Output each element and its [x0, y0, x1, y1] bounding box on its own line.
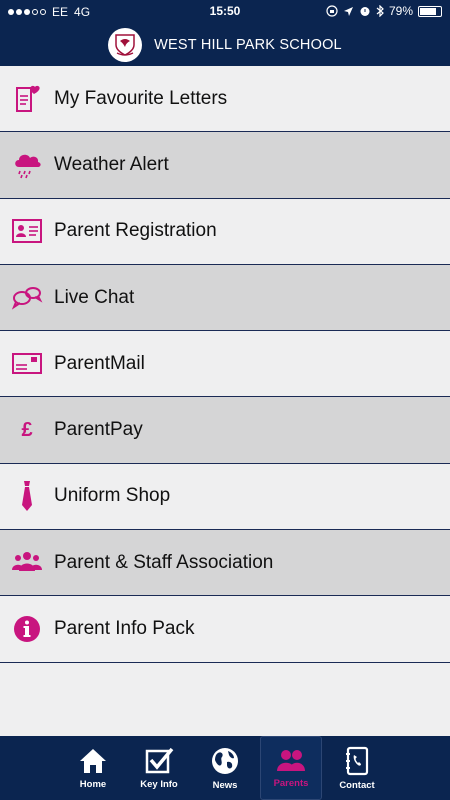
page-title: WEST HILL PARK SCHOOL — [154, 37, 342, 53]
parents-icon — [277, 749, 305, 771]
menu-item-label: Live Chat — [54, 286, 135, 308]
status-bar: EE 4G 15:50 79% — [0, 0, 450, 24]
parents-menu: My Favourite Letters Weather Alert Paren… — [0, 66, 450, 663]
menu-item-uniform-shop[interactable]: Uniform Shop — [0, 463, 450, 531]
menu-item-label: Parent Info Pack — [54, 618, 195, 640]
tab-news[interactable]: News — [194, 736, 256, 800]
battery-percent: 79% — [388, 4, 413, 18]
tab-label: Contact — [339, 779, 375, 791]
alarm-icon — [360, 7, 370, 16]
menu-item-label: Parent & Staff Association — [54, 551, 274, 573]
menu-item-favourite-letters[interactable]: My Favourite Letters — [0, 66, 450, 133]
heart-letter-icon — [0, 84, 54, 114]
tab-label: News — [212, 779, 238, 791]
tab-parents[interactable]: Parents — [260, 736, 322, 800]
menu-item-live-chat[interactable]: Live Chat — [0, 264, 450, 332]
school-crest-logo — [108, 28, 143, 62]
rain-cloud-icon — [0, 150, 54, 180]
id-card-icon — [0, 217, 54, 245]
people-icon — [0, 550, 54, 576]
menu-item-label: My Favourite Letters — [54, 87, 228, 109]
battery-icon — [418, 5, 442, 17]
menu-item-parent-info-pack[interactable]: Parent Info Pack — [0, 596, 450, 663]
tab-contact[interactable]: Contact — [326, 736, 388, 800]
svg-text:£: £ — [21, 419, 32, 441]
globe-icon — [212, 747, 238, 774]
tie-icon — [0, 479, 54, 513]
menu-item-parentmail[interactable]: ParentMail — [0, 331, 450, 398]
envelope-icon — [0, 352, 54, 376]
tab-label: Key Info — [140, 778, 178, 790]
home-icon — [80, 748, 106, 773]
checkbox-icon — [145, 747, 174, 773]
info-icon — [0, 614, 54, 644]
menu-item-label: ParentMail — [54, 352, 145, 374]
menu-item-weather-alert[interactable]: Weather Alert — [0, 132, 450, 199]
orientation-lock-icon — [326, 5, 338, 17]
location-icon — [343, 6, 353, 16]
menu-item-parent-staff-association[interactable]: Parent & Staff Association — [0, 530, 450, 597]
pound-icon: £ — [0, 416, 54, 444]
tab-home[interactable]: Home — [62, 736, 124, 800]
bottom-tab-bar: Home Key Info News Parents Contact — [0, 736, 450, 800]
menu-item-label: Uniform Shop — [54, 485, 171, 507]
menu-item-parent-registration[interactable]: Parent Registration — [0, 198, 450, 265]
menu-item-parentpay[interactable]: £ ParentPay — [0, 397, 450, 464]
tab-key-info[interactable]: Key Info — [128, 736, 190, 800]
menu-item-label: ParentPay — [54, 419, 143, 441]
menu-item-label: Weather Alert — [54, 153, 169, 175]
bluetooth-icon — [376, 5, 384, 17]
tab-label: Parents — [273, 777, 309, 789]
status-right: 79% — [326, 4, 442, 18]
tab-label: Home — [79, 778, 107, 790]
app-header: WEST HILL PARK SCHOOL — [0, 24, 450, 66]
menu-item-label: Parent Registration — [54, 220, 217, 242]
address-book-icon — [346, 746, 369, 775]
chat-bubbles-icon — [0, 284, 54, 312]
